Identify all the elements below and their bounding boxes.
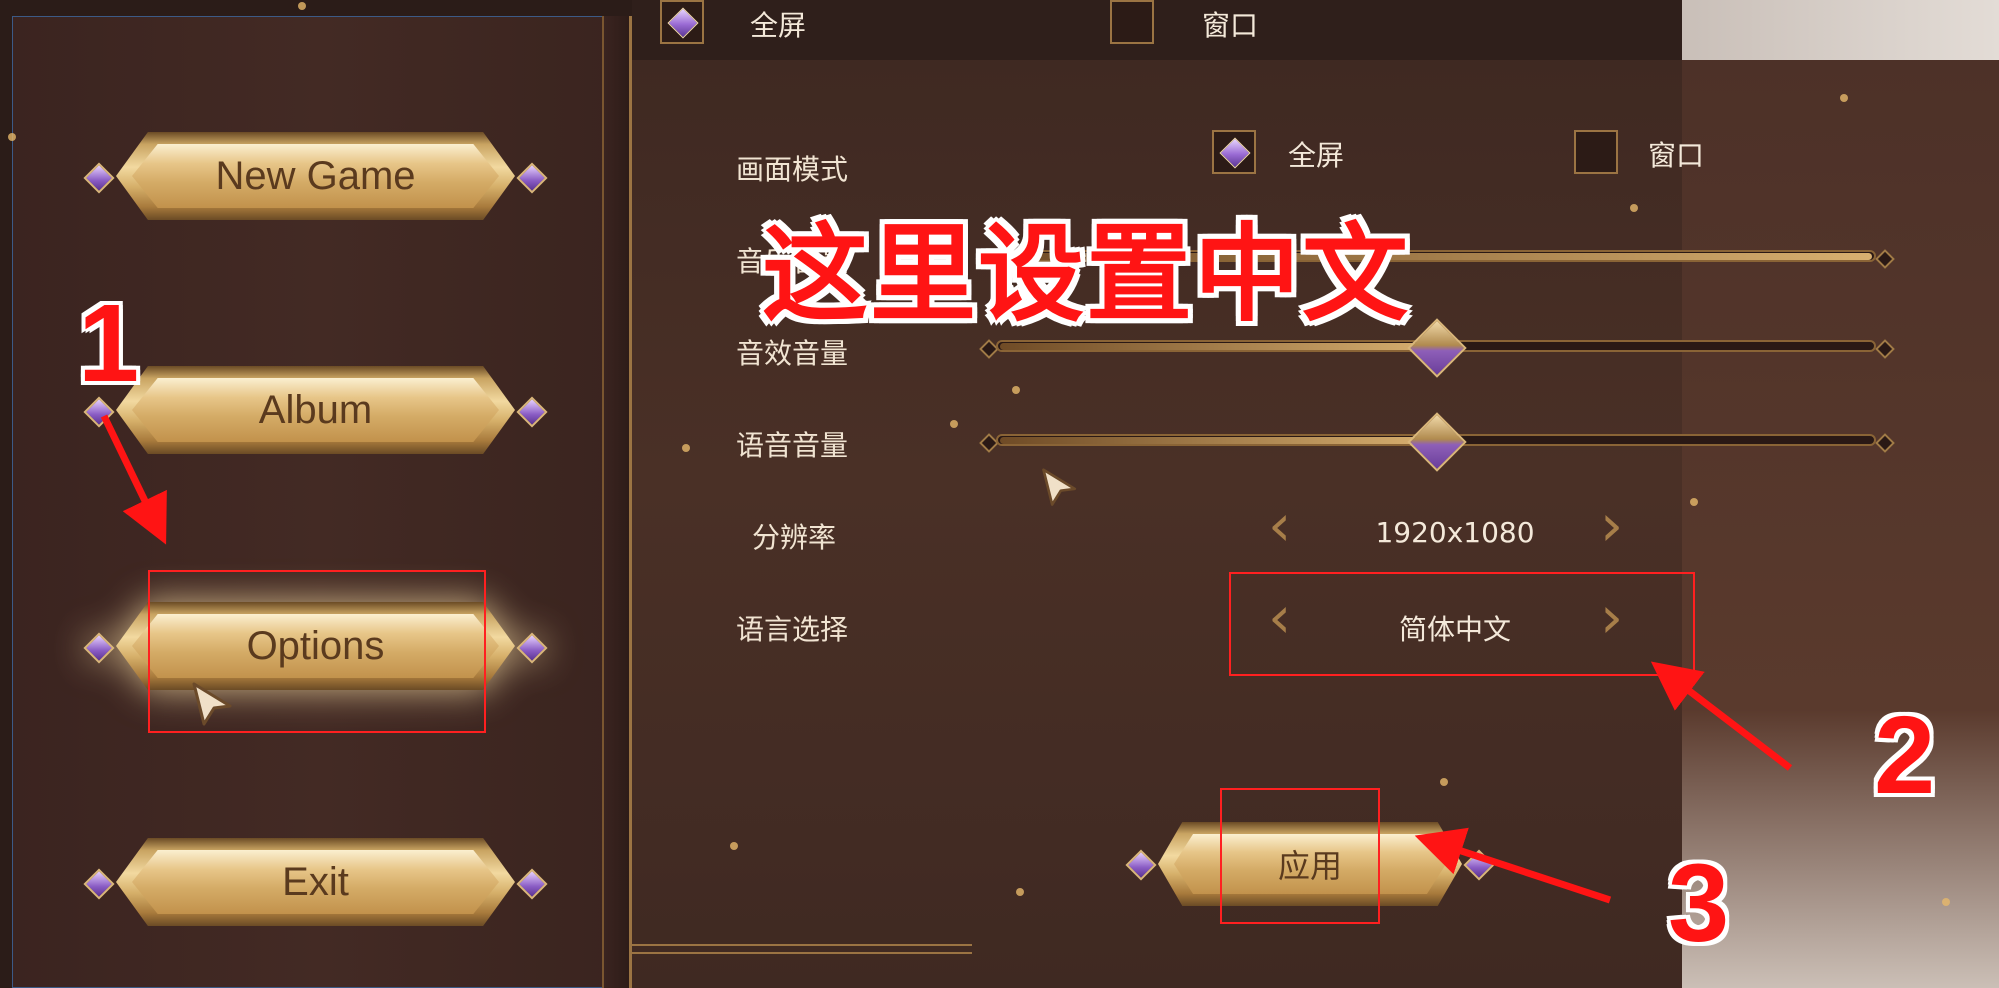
annotation-arrows	[100, 414, 1793, 904]
arrow-to-options	[100, 414, 167, 545]
arrow-to-language	[1650, 661, 1793, 771]
arrow-to-apply	[1414, 827, 1612, 904]
